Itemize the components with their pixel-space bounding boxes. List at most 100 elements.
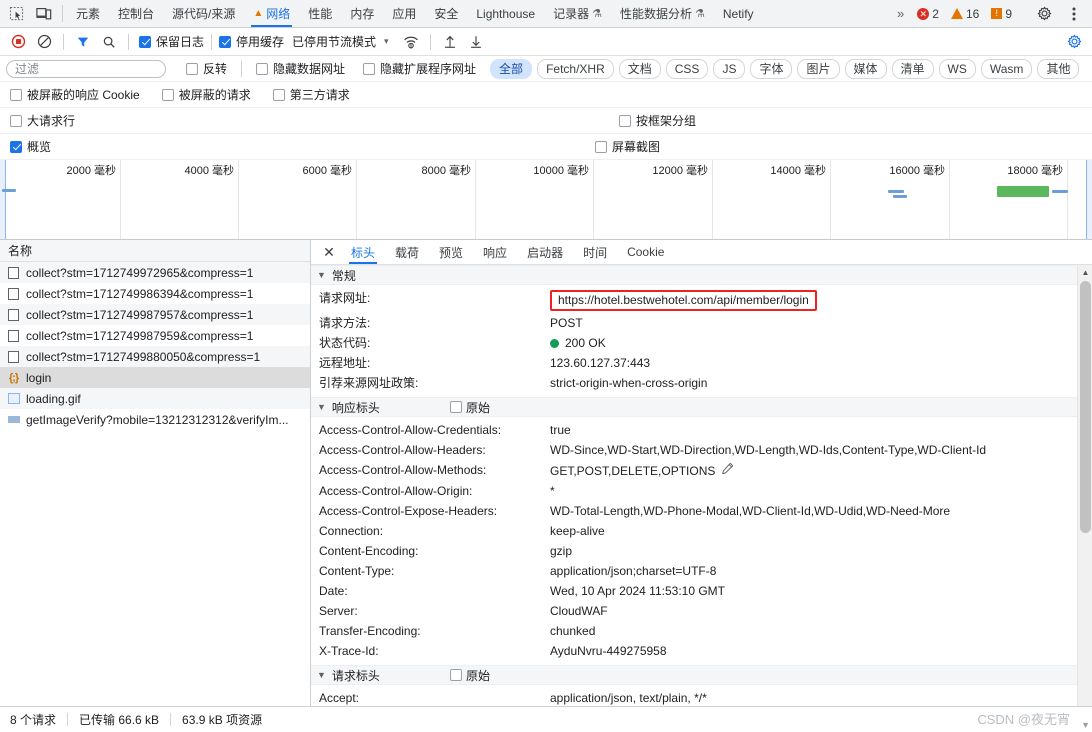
- details-tab-1[interactable]: 载荷: [385, 240, 429, 264]
- edit-pencil-icon[interactable]: [721, 462, 734, 479]
- search-icon[interactable]: [97, 31, 121, 53]
- network-settings-gear-icon[interactable]: [1062, 31, 1086, 53]
- devtools-tab-10[interactable]: 性能数据分析 ⚗: [611, 0, 714, 27]
- request-list-header[interactable]: 名称: [0, 240, 310, 262]
- disable-cache-checkbox[interactable]: 停用缓存: [219, 33, 284, 50]
- overview-left-handle[interactable]: [0, 160, 6, 239]
- throttle-select[interactable]: 已停用节流模式: [292, 33, 376, 50]
- filter-type-4[interactable]: JS: [713, 58, 746, 79]
- devtools-tab-9[interactable]: 记录器 ⚗: [544, 0, 611, 27]
- header-value-text: strict-origin-when-cross-origin: [550, 376, 708, 390]
- more-tabs-chevron-icon[interactable]: »: [891, 6, 910, 21]
- details-tab-6[interactable]: Cookie: [617, 240, 674, 264]
- devtools-tab-2[interactable]: 源代码/来源: [163, 0, 244, 27]
- request-headers-section-header[interactable]: ▼ 请求标头 原始: [311, 665, 1092, 685]
- header-value-text: WD-Since,WD-Start,WD-Direction,WD-Length…: [550, 443, 987, 457]
- filter-type-6[interactable]: 图片: [797, 58, 840, 79]
- screenshots-checkbox[interactable]: 屏幕截图: [595, 138, 660, 155]
- overview-checkbox[interactable]: 概览: [10, 138, 51, 155]
- request-raw-checkbox[interactable]: 原始: [449, 667, 490, 684]
- blocked-requests-checkbox[interactable]: 被屏蔽的请求: [161, 86, 251, 103]
- header-value: Wed, 10 Apr 2024 11:53:10 GMT: [550, 583, 1092, 599]
- invert-checkbox[interactable]: 反转: [186, 60, 227, 77]
- devtools-tab-3[interactable]: ▲ 网络: [244, 0, 299, 27]
- scrollbar-thumb[interactable]: [1080, 281, 1091, 533]
- details-vertical-scrollbar[interactable]: ▲: [1077, 265, 1092, 706]
- gear-icon[interactable]: [1030, 6, 1058, 21]
- group-by-frame-checkbox[interactable]: 按框架分组: [619, 112, 696, 129]
- overview-right-handle[interactable]: [1086, 160, 1092, 239]
- table-row[interactable]: collect?stm=1712749987959&compress=1: [0, 325, 310, 346]
- table-row[interactable]: getImageVerify?mobile=13212312312&verify…: [0, 409, 310, 430]
- general-section-header[interactable]: ▼ 常规: [311, 265, 1092, 285]
- filter-type-5[interactable]: 字体: [750, 58, 793, 79]
- big-request-rows-checkbox[interactable]: 大请求行: [10, 112, 75, 129]
- third-party-requests-checkbox[interactable]: 第三方请求: [272, 86, 350, 103]
- info-count-badge[interactable]: ! 9: [986, 7, 1017, 21]
- chevron-down-icon[interactable]: ▾: [384, 36, 389, 47]
- filter-type-11[interactable]: 其他: [1037, 58, 1080, 79]
- warning-count-badge[interactable]: 16: [946, 7, 984, 21]
- table-row[interactable]: collect?stm=1712749972965&compress=1: [0, 262, 310, 283]
- devtools-tab-4[interactable]: 性能: [299, 0, 341, 27]
- details-tab-0[interactable]: 标头: [341, 240, 385, 264]
- error-count-badge[interactable]: ✕ 2: [912, 7, 944, 21]
- filter-type-8[interactable]: 清单: [891, 58, 934, 79]
- request-url-value[interactable]: https://hotel.bestwehotel.com/api/member…: [550, 290, 817, 311]
- export-har-icon[interactable]: [464, 31, 488, 53]
- hide-data-urls-checkbox[interactable]: 隐藏数据网址: [256, 60, 345, 77]
- device-toolbar-icon[interactable]: [30, 0, 58, 27]
- filter-input[interactable]: [6, 59, 166, 78]
- close-icon[interactable]: ✕: [317, 240, 341, 264]
- header-value-text: POST: [550, 316, 583, 330]
- clear-icon[interactable]: [32, 31, 56, 53]
- details-tab-3[interactable]: 响应: [473, 240, 517, 264]
- hide-extension-urls-checkbox[interactable]: 隐藏扩展程序网址: [363, 60, 476, 77]
- devtools-tab-bar: 元素 控制台 源代码/来源 ▲ 网络 性能 内存 应用 安全 Lighthouse 记录器 ⚗ 性能数据…: [0, 0, 1092, 28]
- overview-tick-label-7: 16000 毫秒: [889, 165, 945, 177]
- table-row[interactable]: collect?stm=1712749987957&compress=1: [0, 304, 310, 325]
- details-tab-5[interactable]: 时间: [573, 240, 617, 264]
- details-tab-4[interactable]: 启动器: [517, 240, 573, 264]
- devtools-tab-1[interactable]: 控制台: [109, 0, 163, 27]
- devtools-tab-8[interactable]: Lighthouse: [467, 0, 544, 27]
- filter-type-3[interactable]: CSS: [665, 58, 709, 79]
- funnel-filter-icon[interactable]: [71, 31, 95, 53]
- inspect-element-icon[interactable]: [2, 0, 30, 27]
- scroll-up-arrow-icon[interactable]: ▲: [1078, 265, 1092, 279]
- table-row[interactable]: {;} login: [0, 367, 310, 388]
- devtools-tab-6[interactable]: 应用: [383, 0, 425, 27]
- table-row[interactable]: loading.gif: [0, 388, 310, 409]
- response-raw-checkbox[interactable]: 原始: [449, 399, 490, 416]
- details-tab-2[interactable]: 预览: [429, 240, 473, 264]
- filter-bar: 反转 隐藏数据网址 隐藏扩展程序网址 全部Fetch/XHR文档CSSJS字体图…: [0, 56, 1092, 82]
- header-row: Access-Control-Allow-Headers: WD-Since,WD…: [311, 440, 1092, 460]
- preserve-log-checkbox[interactable]: 保留日志: [139, 33, 204, 50]
- wifi-conditions-icon[interactable]: [399, 31, 423, 53]
- table-row[interactable]: collect?stm=1712749986394&compress=1: [0, 283, 310, 304]
- devtools-tab-0[interactable]: 元素: [67, 0, 109, 27]
- devtools-tab-5[interactable]: 内存: [341, 0, 383, 27]
- screenshots-label: 屏幕截图: [612, 140, 661, 154]
- header-key: X-Trace-Id:: [319, 644, 379, 658]
- record-stop-icon[interactable]: [6, 31, 30, 53]
- response-headers-section-header[interactable]: ▼ 响应标头 原始: [311, 397, 1092, 417]
- import-har-icon[interactable]: [438, 31, 462, 53]
- kebab-menu-icon[interactable]: [1060, 7, 1088, 21]
- filter-type-7[interactable]: 媒体: [844, 58, 887, 79]
- table-row[interactable]: collect?stm=17127499880050&compress=1: [0, 346, 310, 367]
- filter-type-2[interactable]: 文档: [618, 58, 661, 79]
- overview-request-band-2: [893, 195, 907, 198]
- resize-grip-icon[interactable]: ▼: [1081, 720, 1090, 730]
- filter-type-10[interactable]: Wasm: [980, 58, 1033, 79]
- document-icon: [7, 350, 20, 363]
- blocked-response-cookies-checkbox[interactable]: 被屏蔽的响应 Cookie: [10, 86, 140, 103]
- header-row: Server: CloudWAF: [311, 601, 1092, 621]
- filter-type-9[interactable]: WS: [938, 58, 976, 79]
- status-bar: 8 个请求 已传输 66.6 kB 63.9 kB 项资源: [0, 706, 1092, 732]
- filter-type-0[interactable]: 全部: [490, 58, 533, 79]
- filter-type-1[interactable]: Fetch/XHR: [537, 58, 614, 79]
- devtools-tab-7[interactable]: 安全: [425, 0, 467, 27]
- network-overview-timeline[interactable]: 2000 毫秒 4000 毫秒 6000 毫秒 8000 毫秒 10000 毫秒 1200…: [0, 160, 1092, 240]
- devtools-tab-11[interactable]: Netify: [714, 0, 763, 27]
